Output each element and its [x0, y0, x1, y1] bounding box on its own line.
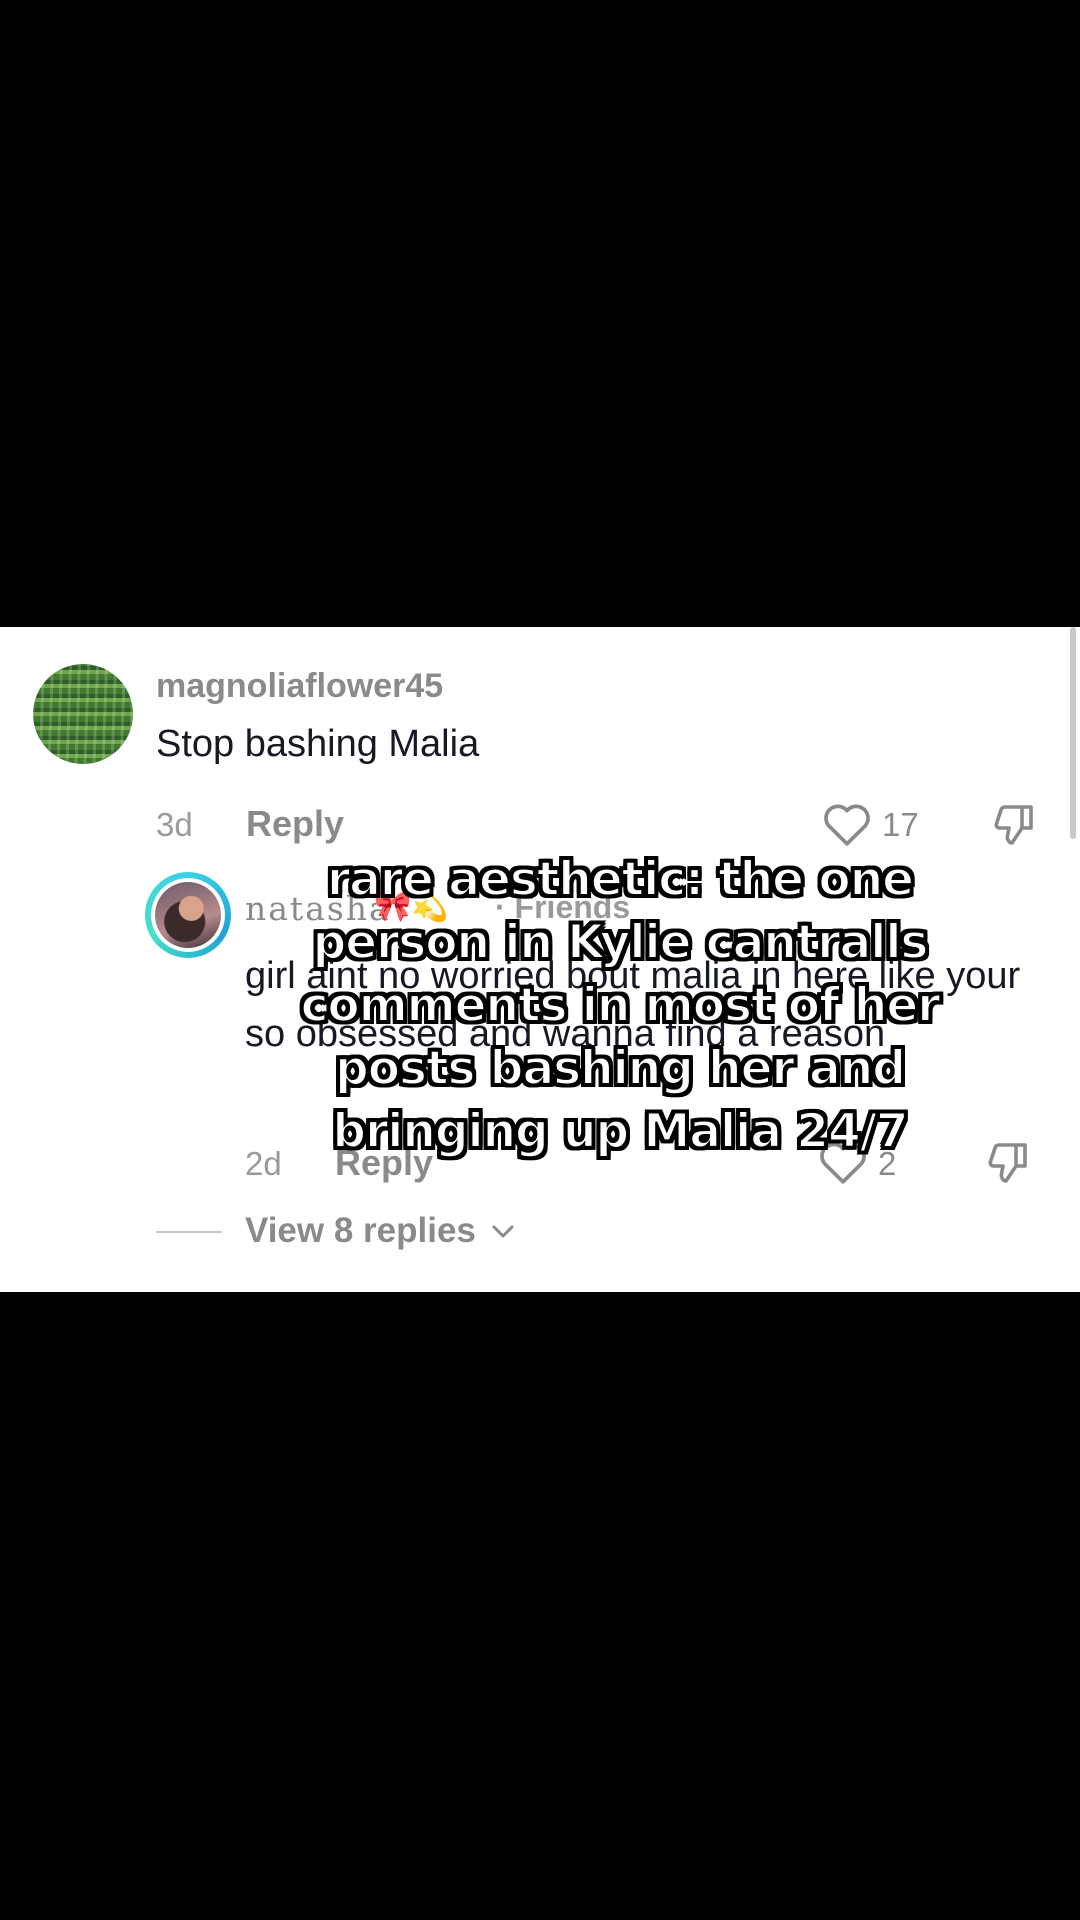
comment-like-count: 17 [882, 806, 919, 843]
chevron-down-icon[interactable] [490, 1223, 516, 1241]
view-replies-divider [156, 1231, 222, 1233]
comment-username[interactable]: magnoliaflower45 [156, 667, 443, 706]
commenter-avatar[interactable] [33, 664, 133, 764]
scrollbar[interactable] [1070, 627, 1076, 839]
video-caption-overlay: rare aesthetic: the one person in Kylie … [300, 851, 942, 1160]
reply-avatar[interactable] [145, 872, 231, 958]
comment-time: 3d [156, 806, 193, 843]
reply-time: 2d [245, 1145, 282, 1182]
comment-reply-button[interactable]: Reply [246, 803, 344, 845]
view-replies-button[interactable]: View 8 replies [245, 1211, 476, 1251]
dislike-icon[interactable] [990, 801, 1038, 849]
dislike-icon[interactable] [984, 1139, 1032, 1187]
comment-text: Stop bashing Malia [156, 723, 480, 765]
heart-icon[interactable] [822, 801, 872, 847]
